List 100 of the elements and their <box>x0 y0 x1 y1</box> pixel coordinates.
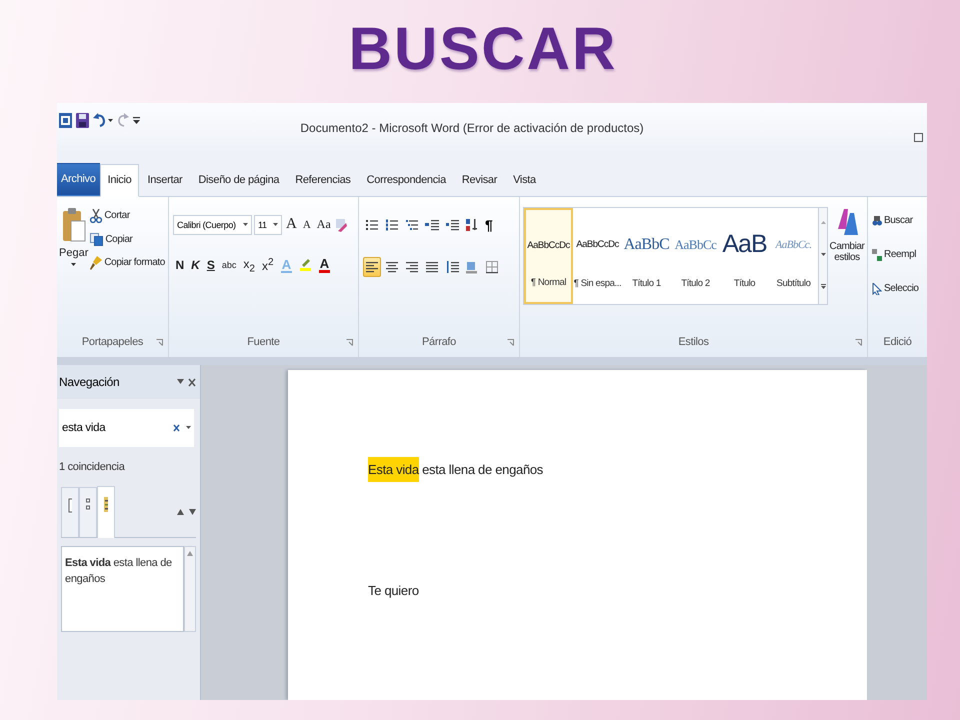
scissors-icon <box>90 208 102 223</box>
search-field[interactable]: esta vida <box>59 409 194 448</box>
strikethrough-button[interactable]: abc <box>219 260 239 270</box>
ribbon-tab[interactable]: Revisar <box>454 164 506 197</box>
style-option[interactable]: AaBbCc. Subtítulo <box>769 208 818 304</box>
ribbon-tab[interactable]: Referencias <box>287 164 359 197</box>
align-center-icon <box>385 260 399 274</box>
change-case-button[interactable]: Aa <box>314 217 333 232</box>
up-arrow-icon <box>187 551 193 556</box>
caret-icon[interactable] <box>108 118 113 122</box>
paintbrush-icon <box>90 256 102 270</box>
font-color-button[interactable]: A <box>316 257 333 274</box>
view-tab[interactable] <box>79 487 97 538</box>
align-right-icon <box>405 260 419 274</box>
dialog-launcher-icon[interactable] <box>507 339 514 346</box>
ribbon-tab[interactable]: Insertar <box>139 164 190 197</box>
ribbon-tab[interactable]: Diseño de página <box>190 164 288 197</box>
dialog-launcher-icon[interactable] <box>156 339 163 346</box>
shrink-font-button[interactable]: A <box>300 218 313 231</box>
style-option[interactable]: AaBbCcDc ¶ Sin espa... <box>573 208 622 304</box>
close-icon[interactable] <box>188 378 196 387</box>
highlight-button[interactable] <box>297 259 314 272</box>
style-option[interactable]: AaBbCc Título 2 <box>671 208 720 304</box>
multilevel-list-icon <box>405 218 419 232</box>
group-label: Edició <box>883 336 912 348</box>
customize-menu-icon[interactable] <box>133 116 140 126</box>
justify-icon <box>425 260 439 274</box>
down-arrow-icon <box>820 252 826 257</box>
sort-icon <box>465 218 479 232</box>
styles-icon <box>836 206 858 237</box>
view-tab[interactable] <box>61 487 79 538</box>
undo-icon[interactable] <box>93 113 107 128</box>
more-icon <box>820 284 826 290</box>
cut-button[interactable]: Cortar <box>90 208 165 223</box>
caret-icon <box>71 262 76 267</box>
paint-bucket-icon <box>465 260 479 274</box>
match-count: 1 coincidencia <box>58 460 126 474</box>
marker-icon <box>300 259 310 268</box>
increase-indent-icon <box>445 218 459 232</box>
document-text: esta llena de engaños <box>422 462 544 478</box>
superscript-button[interactable]: x$^{2}$ <box>259 257 276 274</box>
select-button[interactable]: Seleccio <box>872 282 923 295</box>
ribbon-tab[interactable]: Inicio <box>100 164 140 197</box>
font-size-dropdown[interactable]: 11 <box>254 214 282 235</box>
ribbon-tab[interactable]: Correspondencia <box>358 164 454 197</box>
group-label: Párrafo <box>422 336 456 348</box>
italic-button[interactable]: K <box>188 258 202 272</box>
show-marks-button[interactable]: ¶ <box>483 214 495 235</box>
group-label: Portapapeles <box>82 336 144 348</box>
copy-button[interactable]: Copiar <box>90 232 165 246</box>
decrease-indent-icon <box>425 218 439 232</box>
up-arrow-icon <box>820 221 826 226</box>
bullet-list-icon <box>365 218 379 232</box>
caret-icon <box>273 222 278 227</box>
style-option[interactable]: AaBbCcDc ¶ Normal <box>524 208 573 304</box>
numbered-list-icon <box>385 218 399 232</box>
save-icon[interactable] <box>76 113 89 128</box>
subscript-button[interactable]: x$_{2}$ <box>240 256 258 274</box>
paste-button[interactable]: Pegar <box>57 206 90 328</box>
replace-icon <box>872 248 882 261</box>
clear-icon[interactable] <box>173 424 180 432</box>
binoculars-icon <box>872 214 882 227</box>
slide-title: BUSCAR <box>348 14 618 84</box>
document-text: Te quiero <box>368 583 419 598</box>
underline-button[interactable]: S <box>204 258 218 272</box>
style-option[interactable]: AaB Título <box>720 208 769 304</box>
pane-title: Navegación <box>59 375 120 390</box>
cursor-icon <box>872 282 882 295</box>
gallery-scrollbar[interactable] <box>819 206 828 305</box>
window-title: Documento2 - Microsoft Word (Error de activación de productos) <box>299 120 645 135</box>
format-painter-button[interactable]: Copiar formato <box>90 256 165 270</box>
ribbon-tab[interactable]: Vista <box>505 164 544 197</box>
eraser-icon[interactable] <box>334 218 347 232</box>
group-label: Estilos <box>678 336 709 348</box>
dialog-launcher-icon[interactable] <box>346 339 353 346</box>
scrollbar[interactable] <box>184 546 196 632</box>
document-text: Esta vida <box>368 457 419 482</box>
borders-icon <box>485 260 499 274</box>
line-spacing-icon <box>445 260 459 274</box>
group-label: Fuente <box>247 336 280 348</box>
search-result[interactable]: Esta vida esta llena de engaños <box>65 555 180 588</box>
restore-icon[interactable] <box>914 133 923 142</box>
align-left-button[interactable] <box>363 256 381 277</box>
copy-icon <box>90 232 104 246</box>
previous-icon[interactable] <box>177 509 184 516</box>
clipboard-icon <box>62 206 86 243</box>
find-button[interactable]: Buscar <box>872 214 923 227</box>
results-list-icon <box>104 497 108 512</box>
ribbon-tab[interactable]: Archivo <box>57 162 100 196</box>
bold-button[interactable]: N <box>173 258 187 272</box>
replace-button[interactable]: Reempl <box>872 248 923 261</box>
dialog-launcher-icon[interactable] <box>855 339 862 346</box>
font-name-dropdown[interactable]: Calibri (Cuerpo) <box>173 214 252 235</box>
align-left-icon <box>365 260 379 274</box>
grow-font-button[interactable]: A <box>284 216 299 234</box>
style-option[interactable]: AaBbC Título 1 <box>622 208 671 304</box>
change-styles-button[interactable]: Cambiar estilos <box>828 206 866 328</box>
caret-icon[interactable] <box>186 426 191 430</box>
dropdown-icon[interactable] <box>177 379 184 386</box>
next-icon[interactable] <box>189 509 196 516</box>
